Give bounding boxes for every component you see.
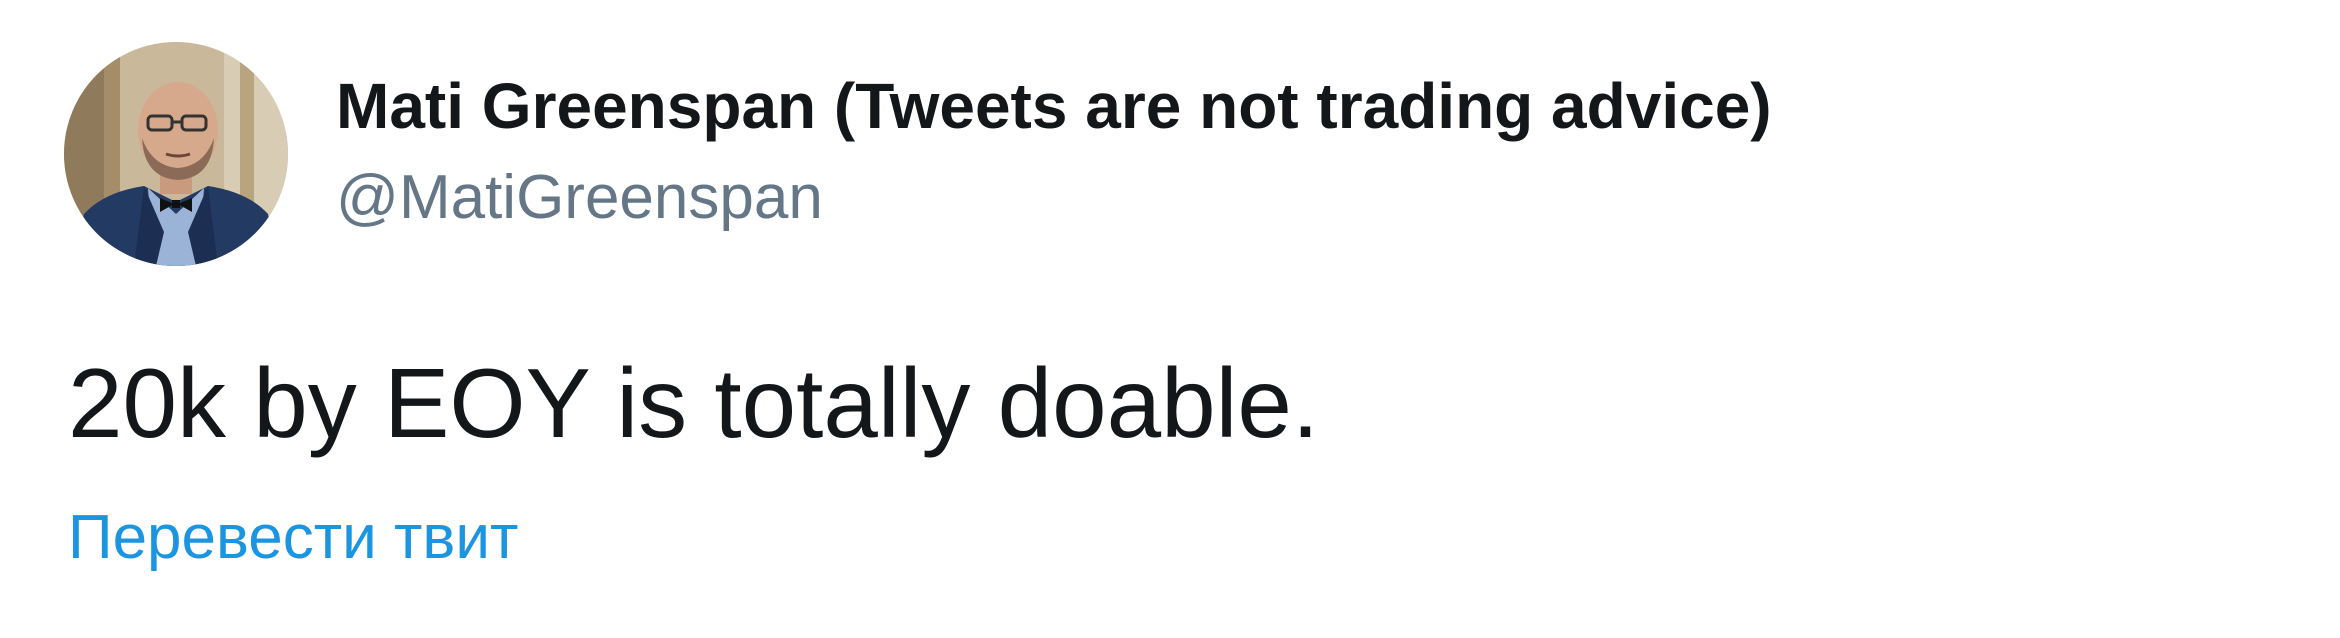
tweet-text: 20k by EOY is totally doable. <box>68 348 1320 458</box>
author-display-name[interactable]: Mati Greenspan (Tweets are not trading a… <box>336 62 1772 150</box>
tweet-card: Mati Greenspan (Tweets are not trading a… <box>0 0 2340 638</box>
avatar[interactable] <box>64 42 288 266</box>
avatar-photo <box>64 42 288 266</box>
translate-tweet-link[interactable]: Перевести твит <box>68 496 518 580</box>
author-handle[interactable]: @MatiGreenspan <box>336 156 823 240</box>
